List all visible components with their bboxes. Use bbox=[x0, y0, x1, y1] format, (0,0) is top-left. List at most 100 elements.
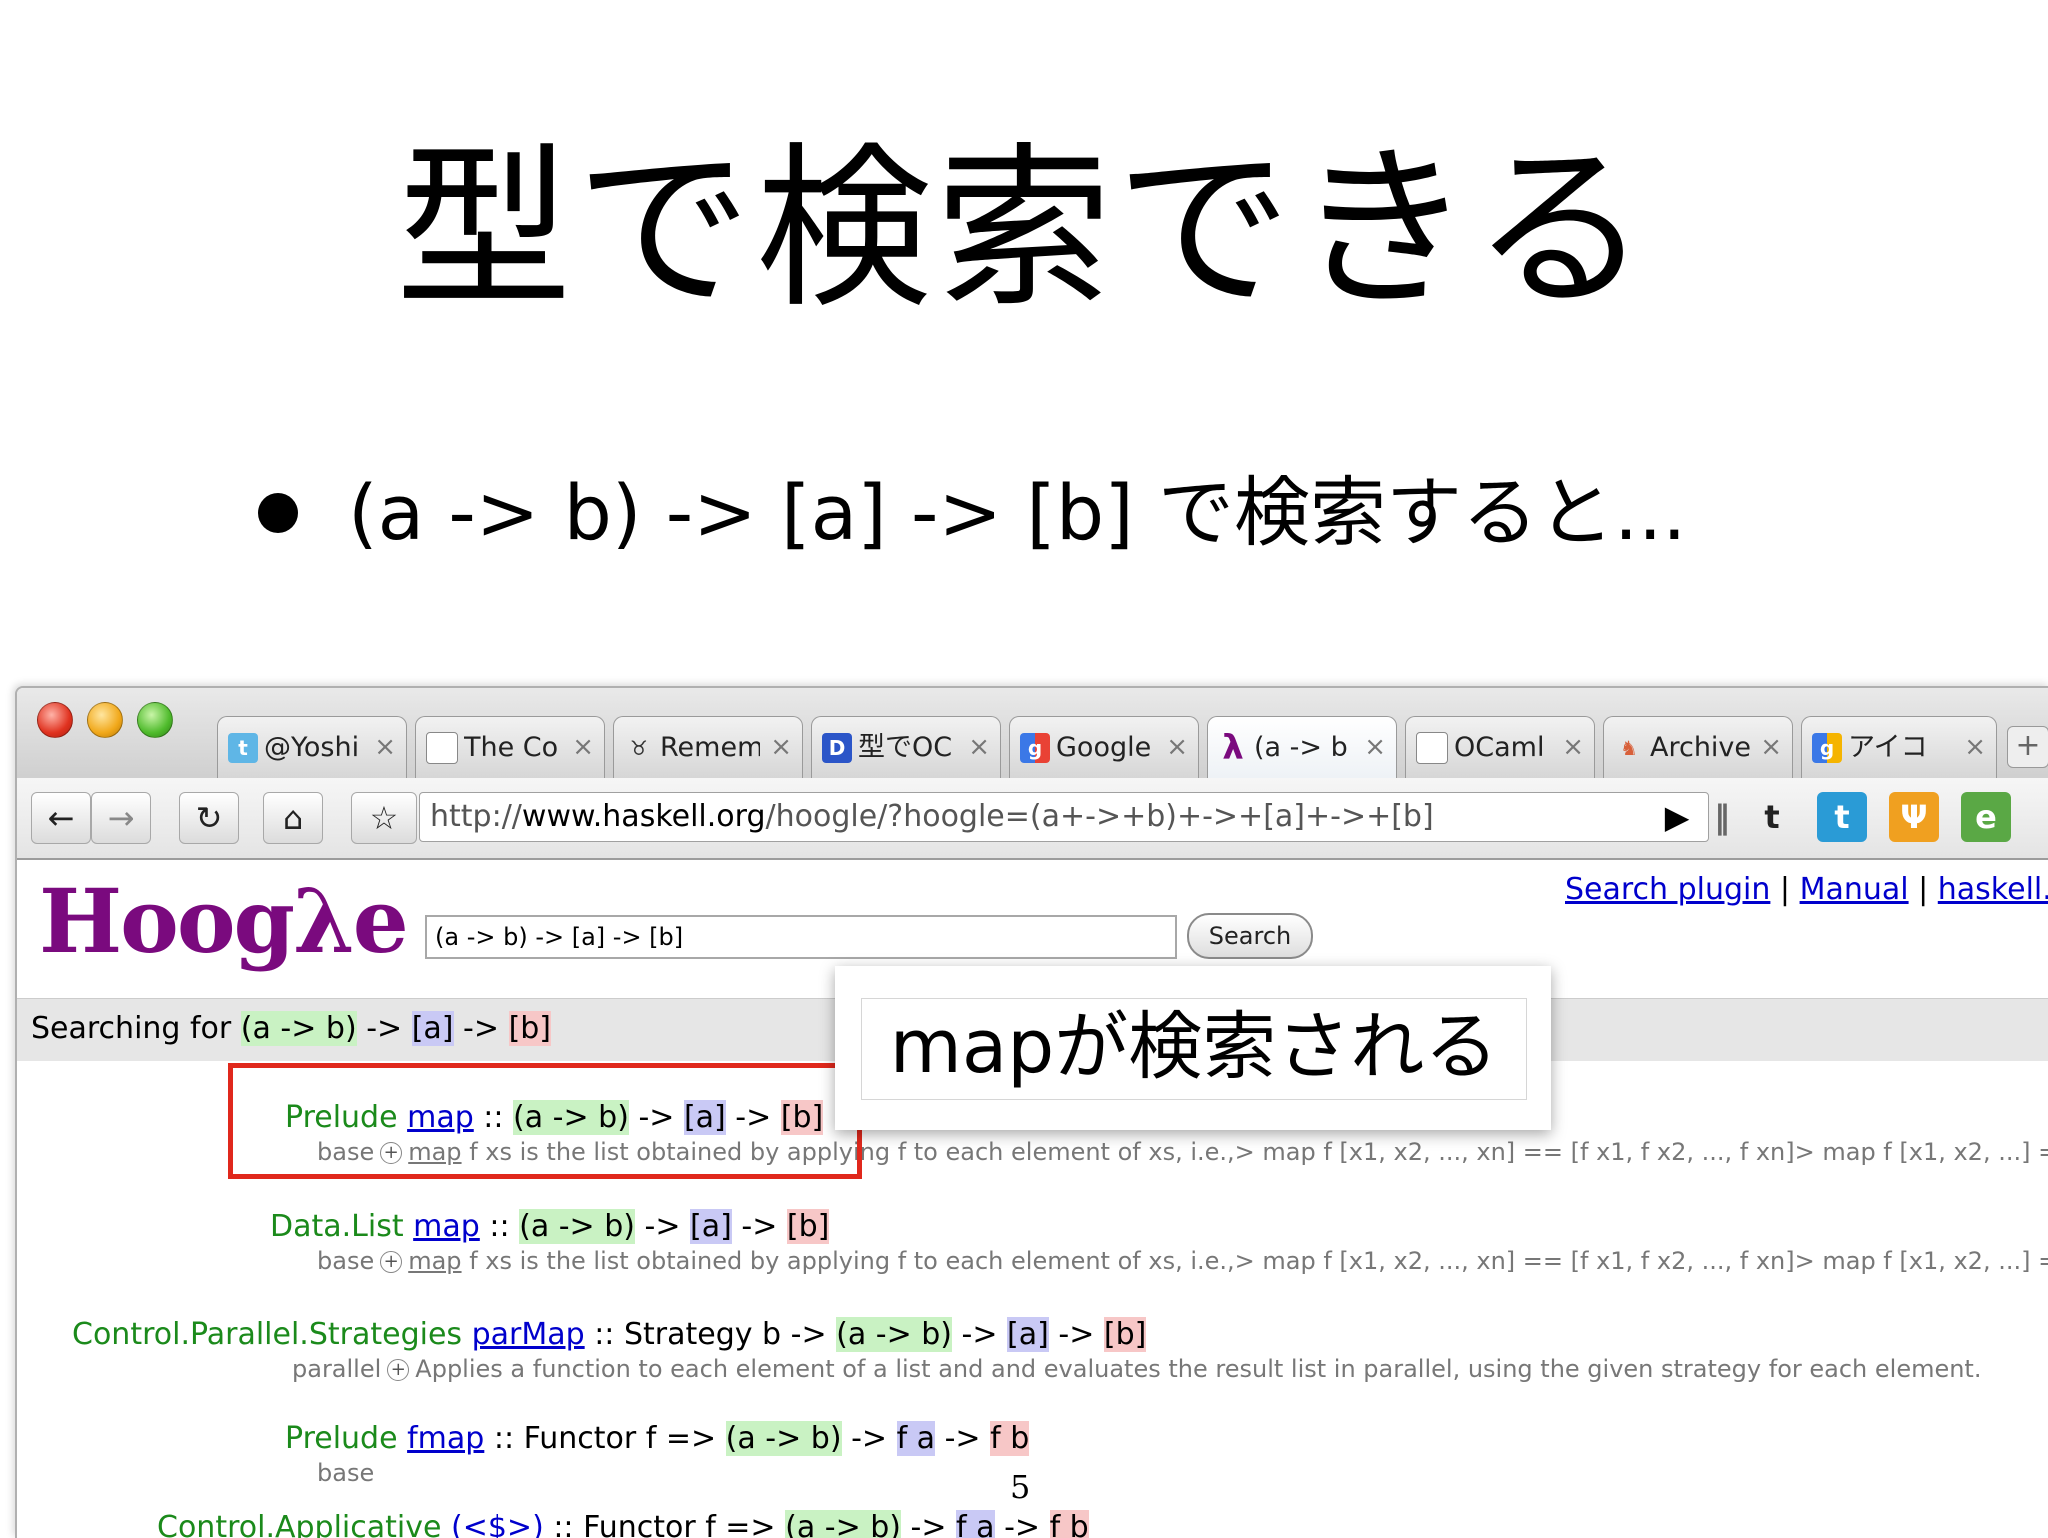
result-sig-part: f b bbox=[990, 1421, 1030, 1456]
tab-close-icon[interactable]: × bbox=[770, 717, 792, 777]
zoom-window-icon[interactable] bbox=[137, 702, 173, 738]
manual-link[interactable]: Manual bbox=[1800, 872, 1909, 907]
d-icon: D bbox=[822, 732, 852, 763]
google-icon: g bbox=[1020, 732, 1050, 763]
play-icon[interactable]: ▶ bbox=[1647, 792, 1707, 842]
new-tab-icon[interactable]: + bbox=[2007, 726, 2048, 768]
result-row: Prelude fmap :: Functor f => (a -> b) ->… bbox=[285, 1421, 1030, 1456]
address-bar[interactable]: http://www.haskell.org/hoogle/?hoogle=(a… bbox=[419, 792, 1709, 842]
result-row: Data.List map :: (a -> b) -> [a] -> [b] bbox=[270, 1209, 830, 1244]
back-icon[interactable]: ← bbox=[31, 792, 91, 844]
desc-text: Applies a function to each element of a … bbox=[415, 1355, 1982, 1383]
result-sig-part: f a bbox=[896, 1421, 936, 1456]
result-sig-part: f b bbox=[1049, 1510, 1089, 1538]
hoogle-search-input[interactable] bbox=[425, 915, 1177, 959]
fork-knife-extension-icon[interactable]: Ψ bbox=[1889, 792, 1939, 842]
tab-label: 型でOC bbox=[858, 731, 953, 763]
result-description: base bbox=[317, 1459, 374, 1487]
tab-label: @Yoshi bbox=[264, 731, 360, 763]
tab-ocaml-type[interactable]: D 型でOC × bbox=[811, 716, 1001, 778]
cow-icon: ♉ bbox=[630, 735, 648, 760]
reload-icon[interactable]: ↻ bbox=[179, 792, 239, 844]
result-sig-part: (a -> b) bbox=[836, 1317, 952, 1352]
close-window-icon[interactable] bbox=[37, 702, 73, 738]
result-row: Control.Parallel.Strategies parMap :: St… bbox=[72, 1317, 1147, 1352]
home-icon[interactable]: ⌂ bbox=[263, 792, 323, 844]
url-scheme: http:// bbox=[430, 799, 522, 834]
result-sig-part: [a] bbox=[1007, 1317, 1049, 1352]
tab-close-icon[interactable]: × bbox=[968, 717, 990, 777]
result-package: parallel bbox=[292, 1355, 382, 1383]
page-number: 5 bbox=[1010, 1468, 1031, 1506]
separator-icon: ‖ bbox=[1714, 798, 1730, 836]
query-arg-list: [a] bbox=[411, 1011, 454, 1046]
search-button[interactable]: Search bbox=[1187, 913, 1313, 959]
tab-close-icon[interactable]: × bbox=[1964, 717, 1986, 777]
result-name-link[interactable]: (<$>) bbox=[451, 1510, 544, 1538]
desc-link[interactable]: map bbox=[408, 1247, 461, 1275]
url-path: /hoogle/?hoogle=(a+->+b)+->+[a]+->+[b] bbox=[765, 799, 1434, 834]
result-name-link[interactable]: fmap bbox=[407, 1421, 484, 1456]
tab-label: The Co bbox=[464, 731, 559, 763]
desc-text: f xs is the list obtained by applying f … bbox=[469, 1247, 2048, 1275]
tumblr-extension-icon[interactable]: t bbox=[1817, 792, 1867, 842]
result-sig-part: [b] bbox=[786, 1209, 830, 1244]
twitter-extension-icon[interactable]: t bbox=[1747, 792, 1797, 842]
tab-remem[interactable]: ♉ Remem × bbox=[613, 716, 803, 778]
tab-close-icon[interactable]: × bbox=[374, 717, 396, 777]
bullet-point: (a -> b) -> [a] -> [b] で検索すると... bbox=[258, 468, 1686, 558]
tab-the-co[interactable]: The Co × bbox=[415, 716, 605, 778]
forward-icon[interactable]: → bbox=[91, 792, 151, 844]
tab-icon-search[interactable]: g アイコ × bbox=[1801, 716, 1997, 778]
tab-archive[interactable]: ♞ Archive × bbox=[1603, 716, 1793, 778]
result-name-link[interactable]: map bbox=[413, 1209, 480, 1244]
tab-google[interactable]: g Google × bbox=[1009, 716, 1199, 778]
tab-close-icon[interactable]: × bbox=[1760, 717, 1782, 777]
bullet-text: (a -> b) -> [a] -> [b] で検索すると... bbox=[348, 468, 1687, 557]
callout-text: mapが検索される bbox=[861, 998, 1527, 1100]
result-sig-part: [b] bbox=[1103, 1317, 1147, 1352]
tab-close-icon[interactable]: × bbox=[1364, 717, 1386, 777]
result-module[interactable]: Control.Parallel.Strategies bbox=[72, 1317, 462, 1352]
query-arg-function: (a -> b) bbox=[240, 1011, 357, 1046]
result-sig-prefix: Strategy b bbox=[623, 1317, 782, 1352]
tab-close-icon[interactable]: × bbox=[572, 717, 594, 777]
haskell-org-link[interactable]: haskell.org bbox=[1938, 872, 2048, 907]
google-icon: g bbox=[1812, 732, 1842, 763]
tab-hoogle[interactable]: λ (a -> b × bbox=[1207, 716, 1397, 778]
result-sig-prefix: Functor f => bbox=[583, 1510, 776, 1538]
tab-close-icon[interactable]: × bbox=[1562, 717, 1584, 777]
searching-for-text: Searching for (a -> b) -> [a] -> [b] bbox=[31, 1011, 552, 1046]
result-sig-part: [a] bbox=[690, 1209, 732, 1244]
evernote-extension-icon[interactable]: e bbox=[1961, 792, 2011, 842]
tab-twitter[interactable]: t @Yoshi × bbox=[217, 716, 407, 778]
result-package: base bbox=[317, 1247, 375, 1275]
page-icon bbox=[1416, 731, 1448, 764]
searching-prefix: Searching for bbox=[31, 1011, 232, 1046]
bookmark-star-icon[interactable]: ☆ bbox=[351, 792, 417, 844]
expand-icon[interactable]: + bbox=[380, 1251, 403, 1273]
callout-box: mapが検索される bbox=[835, 966, 1551, 1130]
tab-close-icon[interactable]: × bbox=[1166, 717, 1188, 777]
tab-ocaml[interactable]: OCaml × bbox=[1405, 716, 1595, 778]
query-result: [b] bbox=[508, 1011, 552, 1046]
result-sig-part: (a -> b) bbox=[519, 1209, 635, 1244]
result-module[interactable]: Data.List bbox=[270, 1209, 404, 1244]
result-module[interactable]: Prelude bbox=[285, 1421, 398, 1456]
tab-label: Google bbox=[1056, 731, 1152, 763]
expand-icon[interactable]: + bbox=[387, 1359, 410, 1381]
minimize-window-icon[interactable] bbox=[87, 702, 123, 738]
slide-title: 型で検索できる bbox=[395, 127, 1653, 332]
result-module[interactable]: Control.Applicative bbox=[157, 1510, 441, 1538]
tab-label: (a -> b bbox=[1254, 731, 1348, 763]
highlight-box bbox=[228, 1063, 862, 1179]
hoogle-logo[interactable]: Hoogλe bbox=[39, 866, 409, 976]
search-plugin-link[interactable]: Search plugin bbox=[1565, 872, 1770, 907]
result-package: base bbox=[317, 1459, 375, 1487]
result-row: Control.Applicative (<$>) :: Functor f =… bbox=[157, 1510, 1089, 1538]
toolbar: ← → ↻ ⌂ ☆ http://www.haskell.org/hoogle/… bbox=[17, 778, 2048, 860]
result-name-link[interactable]: parMap bbox=[472, 1317, 585, 1352]
camel-icon: ♞ bbox=[1620, 735, 1638, 760]
twitter-icon: t bbox=[228, 732, 258, 763]
tab-label: Archive bbox=[1650, 731, 1750, 763]
